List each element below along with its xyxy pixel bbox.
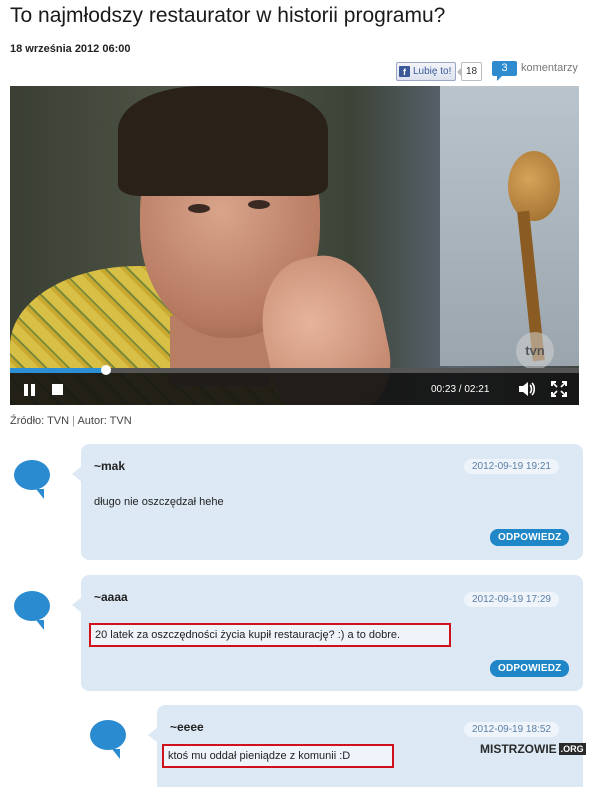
comment-author[interactable]: ~mak xyxy=(94,459,125,473)
video-progress-fill xyxy=(10,368,106,373)
pause-icon[interactable] xyxy=(24,384,36,396)
facebook-like-button[interactable]: f Lubię to! xyxy=(396,62,457,81)
video-control-bar xyxy=(10,368,579,405)
facebook-icon: f xyxy=(399,66,410,77)
article-date: 18 września 2012 06:00 xyxy=(10,43,131,55)
video-frame-spoon xyxy=(508,151,560,221)
comments-link[interactable]: komentarzy xyxy=(521,62,578,74)
article-title: To najmłodszy restaurator w historii pro… xyxy=(10,4,446,27)
comment-text: 20 latek za oszczędności życia kupił res… xyxy=(89,623,451,647)
comment-timestamp: 2012-09-19 18:52 xyxy=(464,722,559,737)
source-line: Źródło: TVN | Autor: TVN xyxy=(10,415,132,427)
watermark-tld: .ORG xyxy=(558,743,586,755)
video-frame-eye xyxy=(188,204,210,213)
like-label: Lubię to! xyxy=(413,66,452,77)
comment-text: ktoś mu oddał pieniądze z komunii :D xyxy=(162,744,394,768)
fullscreen-icon[interactable] xyxy=(551,381,567,397)
video-player[interactable]: tvn 00:23 / 02:21 xyxy=(10,86,579,405)
comment-card: ~mak 2012-09-19 19:21 długo nie oszczędz… xyxy=(72,444,583,560)
volume-icon[interactable] xyxy=(518,381,536,397)
video-progress-bar[interactable] xyxy=(10,365,579,375)
comment-author[interactable]: ~aaaa xyxy=(94,590,128,604)
comment-card: ~aaaa 2012-09-19 17:29 20 latek za oszcz… xyxy=(72,575,583,691)
source-separator: | xyxy=(72,415,76,427)
comment-timestamp: 2012-09-19 19:21 xyxy=(464,459,559,474)
comment-bubble-icon xyxy=(14,460,50,499)
watermark-site: MISTRZOWIE xyxy=(480,742,557,756)
comments-count-badge[interactable]: 3 xyxy=(492,61,517,81)
reply-button[interactable]: ODPOWIEDZ xyxy=(490,660,570,677)
video-frame-eye xyxy=(248,200,270,209)
mistrzowie-watermark: MISTRZOWIE .ORG xyxy=(480,742,586,756)
comment-bubble-icon xyxy=(90,720,126,759)
video-frame-background xyxy=(440,86,579,366)
comment-bubble-icon xyxy=(14,591,50,630)
author-text: Autor: TVN xyxy=(77,415,132,427)
video-time: 00:23 / 02:21 xyxy=(431,384,490,395)
like-count: 18 xyxy=(456,62,483,81)
tvn-watermark: tvn xyxy=(516,332,554,370)
comment-author[interactable]: ~eeee xyxy=(170,720,204,734)
source-text: Źródło: TVN xyxy=(10,415,70,427)
stop-icon[interactable] xyxy=(52,384,63,395)
comment-timestamp: 2012-09-19 17:29 xyxy=(464,592,559,607)
reply-button[interactable]: ODPOWIEDZ xyxy=(490,529,570,546)
video-frame-hair xyxy=(118,86,328,196)
comment-text: długo nie oszczędzał hehe xyxy=(94,496,224,508)
video-progress-handle[interactable] xyxy=(100,365,111,375)
